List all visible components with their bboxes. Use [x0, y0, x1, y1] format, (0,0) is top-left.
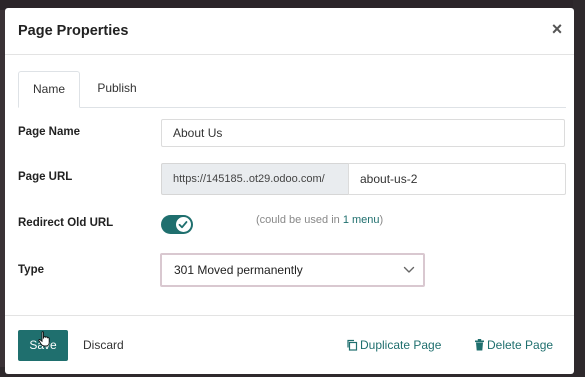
type-label: Type	[18, 264, 44, 276]
page-url-label: Page URL	[18, 171, 73, 183]
dialog-title: Page Properties	[18, 23, 129, 39]
duplicate-page-label: Duplicate Page	[360, 338, 442, 352]
trash-icon	[475, 338, 484, 351]
type-select[interactable]: 301 Moved permanently	[160, 253, 425, 287]
redirect-hint-prefix: (could be used in	[256, 214, 343, 226]
page-url-prefix: https://145185..ot29.odoo.com/	[161, 163, 349, 195]
page-url-input[interactable]: about-us-2	[348, 163, 566, 195]
page-name-label: Page Name	[18, 126, 81, 138]
check-icon	[178, 221, 188, 229]
hand-cursor-icon	[38, 331, 50, 347]
page-url-group: https://145185..ot29.odoo.com/ about-us-…	[161, 163, 566, 195]
page-name-input[interactable]: About Us	[161, 119, 565, 147]
redirect-toggle[interactable]	[161, 215, 193, 234]
tab-publish[interactable]: Publish	[94, 71, 140, 106]
tab-bar: Name Publish	[18, 71, 566, 108]
dialog-header: Page Properties ×	[5, 8, 574, 55]
delete-page-label: Delete Page	[487, 338, 554, 352]
dialog-footer: Save Discard Duplicate Page Delete Page	[5, 315, 574, 374]
delete-page-button[interactable]: Delete Page	[474, 330, 553, 361]
redirect-hint: (could be used in 1 menu)	[256, 214, 383, 226]
menu-count-link[interactable]: 1 menu	[343, 214, 380, 226]
copy-icon	[347, 339, 358, 351]
discard-button[interactable]: Discard	[83, 330, 124, 361]
chevron-down-icon	[403, 266, 415, 273]
tab-name[interactable]: Name	[18, 71, 80, 108]
redirect-hint-suffix: )	[379, 214, 384, 226]
type-select-value: 301 Moved permanently	[174, 263, 303, 277]
close-icon[interactable]: ×	[548, 19, 566, 39]
backdrop-right	[573, 0, 585, 377]
redirect-old-url-label: Redirect Old URL	[18, 217, 114, 229]
duplicate-page-button[interactable]: Duplicate Page	[346, 330, 441, 361]
page-properties-dialog: Page Properties × Name Publish Page Name…	[5, 8, 574, 374]
